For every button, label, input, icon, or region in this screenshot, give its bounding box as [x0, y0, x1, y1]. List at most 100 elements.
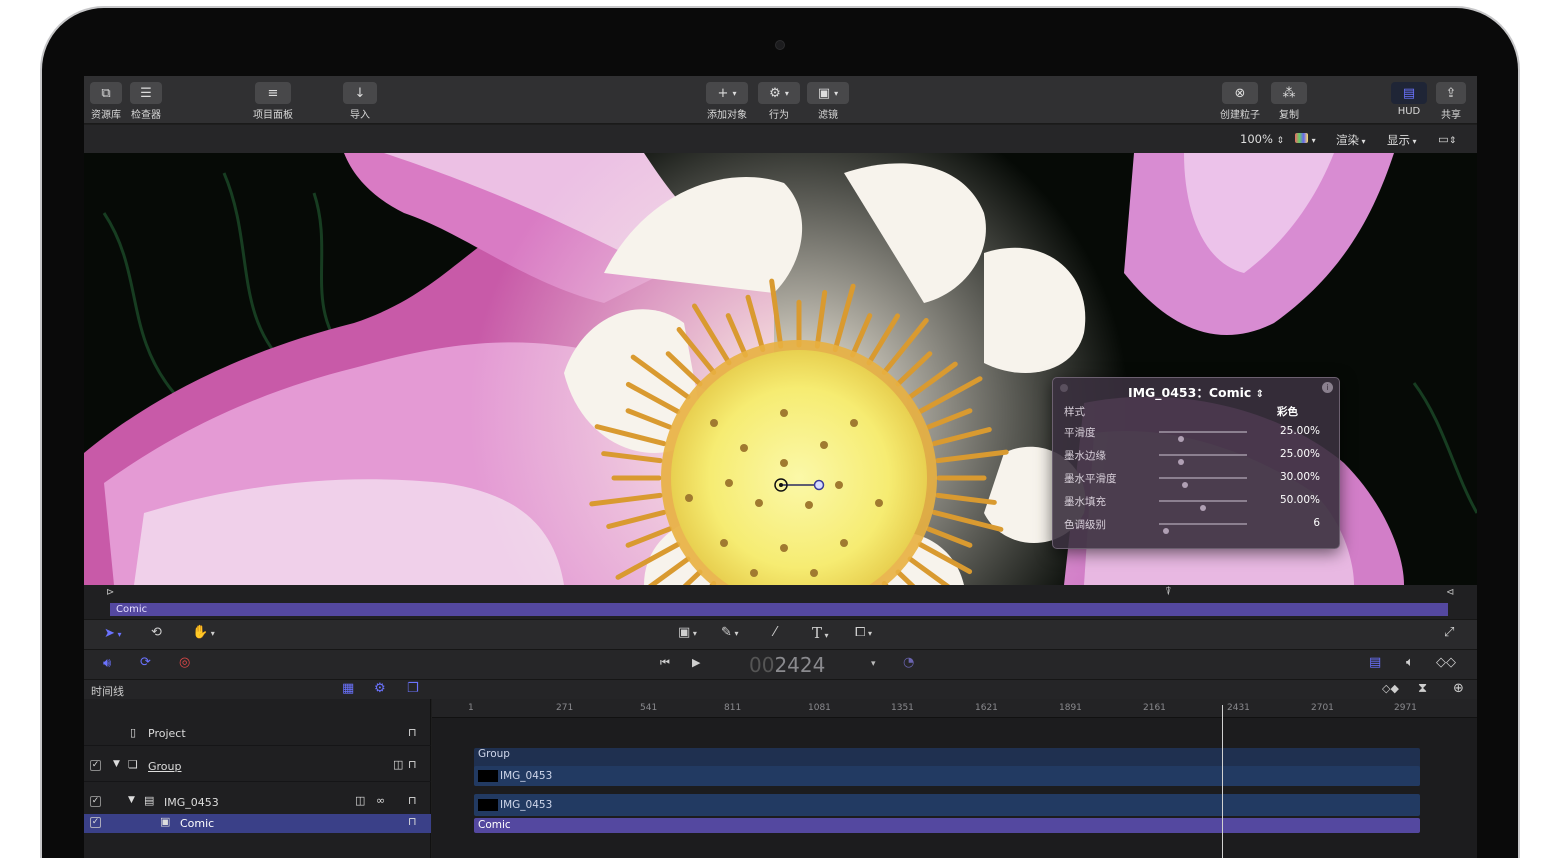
show-behaviors-icon[interactable]: ⚙: [374, 681, 386, 696]
replicate-button[interactable]: ⁂ 复制: [1271, 82, 1307, 121]
hud-row-smoothness[interactable]: 平滑度 25.00%: [1064, 423, 1330, 443]
filters-button[interactable]: ▣ ▾ 滤镜: [807, 82, 849, 121]
mask-tool-icon[interactable]: ⧠ ▾: [855, 625, 872, 640]
pan-hand-icon[interactable]: ✋ ▾: [192, 625, 215, 640]
comic-track-bar[interactable]: Comic: [474, 818, 1420, 833]
audio-icon[interactable]: 🔊︎: [103, 656, 111, 671]
layer-name[interactable]: Comic: [180, 817, 214, 830]
view-layout-popup[interactable]: ▭⇕: [1438, 132, 1456, 146]
shape-tool-icon[interactable]: ▣ ▾: [678, 625, 697, 640]
channels-popup[interactable]: ▾: [1295, 132, 1316, 146]
project-pane-button[interactable]: ≡ 项目面板: [253, 82, 293, 121]
slider-knob[interactable]: [1182, 482, 1189, 488]
go-to-start-icon[interactable]: ⏮︎: [660, 656, 670, 670]
tone-levels-value[interactable]: 6: [1313, 517, 1320, 529]
timeline-tracks[interactable]: 1 271 541 811 1081 1351 1621 1891 2161 2…: [432, 699, 1477, 858]
view-popup[interactable]: 显示 ▾: [1387, 132, 1417, 148]
slider-knob[interactable]: [1178, 459, 1184, 465]
play-icon[interactable]: ▶: [692, 656, 700, 669]
img-track-bar-2[interactable]: IMG_0453: [474, 794, 1420, 816]
timing-icon[interactable]: ◔: [903, 655, 914, 670]
zoom-popup[interactable]: 100% ⇕: [1240, 132, 1284, 146]
speaker-icon[interactable]: 🔈︎: [1406, 655, 1414, 670]
show-layers-icon[interactable]: ▦: [342, 681, 354, 696]
disclosure-triangle-icon[interactable]: ▼: [113, 759, 120, 769]
layer-row-group[interactable]: ✓ ▼ ❏ Group ◫ ⊓: [84, 754, 431, 782]
library-button[interactable]: ⧉ 资源库: [90, 82, 122, 121]
img-track-bar-1[interactable]: IMG_0453: [474, 766, 1420, 786]
timecode-display[interactable]: 002424: [749, 653, 825, 677]
ink-fill-slider[interactable]: [1159, 500, 1247, 511]
view-label: 显示: [1387, 133, 1410, 147]
smoothness-value[interactable]: 25.00%: [1280, 425, 1320, 437]
keyframe-nav-icon[interactable]: ◇◇: [1436, 655, 1456, 670]
playhead-marker[interactable]: ⍒: [1165, 585, 1172, 599]
unlock-icon[interactable]: ⊓: [408, 815, 417, 828]
snap-icon[interactable]: ⧗: [1418, 681, 1427, 696]
slider-knob[interactable]: [1163, 528, 1170, 534]
unlock-icon[interactable]: ⊓: [408, 794, 417, 807]
make-particles-button[interactable]: ⊗ 创建粒子: [1220, 82, 1260, 121]
text-tool-icon[interactable]: T ▾: [812, 624, 829, 642]
hud-button[interactable]: ▤ HUD: [1391, 82, 1427, 117]
hud-row-ink-fill[interactable]: 墨水填充 50.00%: [1064, 492, 1330, 512]
checkbox[interactable]: ✓: [90, 817, 101, 828]
tone-levels-slider[interactable]: [1159, 523, 1247, 534]
ink-edges-slider[interactable]: [1159, 454, 1247, 465]
zoom-icon[interactable]: ⊕: [1453, 681, 1464, 696]
hud-row-tone-levels[interactable]: 色调级别 6: [1064, 515, 1330, 535]
smoothness-slider[interactable]: [1159, 431, 1247, 442]
unlock-icon[interactable]: ⊓: [408, 726, 417, 739]
play-range-in-marker[interactable]: ⊳: [106, 587, 114, 598]
style-value[interactable]: 彩色: [1277, 404, 1298, 419]
chevron-down-icon[interactable]: ▾: [871, 659, 876, 669]
layer-row-comic[interactable]: ✓ ▣ Comic ⊓: [84, 814, 431, 833]
updown-icon[interactable]: ⇕: [1256, 389, 1264, 400]
ink-smoothness-value[interactable]: 30.00%: [1280, 471, 1320, 483]
show-masks-icon[interactable]: ❐: [407, 681, 419, 696]
slider-knob[interactable]: [1178, 436, 1184, 442]
inspector-button[interactable]: ☰ 检查器: [130, 82, 162, 121]
import-button[interactable]: ↓ 导入: [343, 82, 377, 121]
isolate-icon[interactable]: ◫: [393, 758, 403, 771]
render-popup[interactable]: 渲染 ▾: [1336, 132, 1366, 148]
disclosure-triangle-icon[interactable]: ▼: [128, 795, 135, 805]
hud-row-ink-edges[interactable]: 墨水边缘 25.00%: [1064, 446, 1330, 466]
mask-icon[interactable]: ◫: [355, 794, 365, 807]
link-icon[interactable]: ∞: [376, 794, 385, 807]
slider-knob[interactable]: [1200, 505, 1206, 511]
canvas-viewer[interactable]: IMG_0453：Comic ⇕ i 样式 彩色 平滑度 25.00% 墨水边缘…: [84, 153, 1477, 585]
loop-icon[interactable]: ⟳: [140, 655, 151, 670]
layer-name[interactable]: Project: [148, 727, 186, 740]
share-button[interactable]: ⇪ 共享: [1436, 82, 1466, 121]
add-object-button[interactable]: + ▾ 添加对象: [706, 82, 748, 121]
layer-row-project[interactable]: ▯ Project ⊓: [84, 722, 431, 746]
hud-row-ink-smoothness[interactable]: 墨水平滑度 30.00%: [1064, 469, 1330, 489]
checkbox[interactable]: ✓: [90, 796, 101, 807]
record-icon[interactable]: ◎: [179, 655, 190, 670]
video-timeline-icon[interactable]: ▤: [1369, 655, 1381, 670]
fullscreen-icon[interactable]: ⤢: [1444, 625, 1454, 640]
timeline-playhead[interactable]: [1222, 705, 1223, 858]
layer-row-img[interactable]: ✓ ▼ ▤ IMG_0453 ◫ ∞ ⊓: [84, 790, 431, 814]
paint-stroke-icon[interactable]: ⁄: [774, 625, 776, 640]
keyframe-add-icon[interactable]: ◇◆: [1382, 682, 1399, 695]
ink-smoothness-slider[interactable]: [1159, 477, 1247, 488]
select-arrow-icon[interactable]: ➤ ▾: [104, 626, 121, 641]
behaviors-button[interactable]: ⚙ ▾ 行为: [758, 82, 800, 121]
mini-timeline[interactable]: ⊳ ⍒ ⊲ Comic: [84, 585, 1477, 619]
unlock-icon[interactable]: ⊓: [408, 758, 417, 771]
info-icon[interactable]: i: [1322, 382, 1333, 393]
ink-edges-value[interactable]: 25.00%: [1280, 448, 1320, 460]
play-range-out-marker[interactable]: ⊲: [1446, 587, 1454, 598]
ink-fill-value[interactable]: 50.00%: [1280, 494, 1320, 506]
time-ruler[interactable]: 1 271 541 811 1081 1351 1621 1891 2161 2…: [432, 699, 1477, 718]
transform-glyphs-icon[interactable]: ⟲: [151, 625, 162, 640]
layer-name[interactable]: IMG_0453: [164, 796, 219, 809]
filter-hud[interactable]: IMG_0453：Comic ⇕ i 样式 彩色 平滑度 25.00% 墨水边缘…: [1052, 377, 1340, 549]
layer-name[interactable]: Group: [148, 760, 182, 773]
bezier-pen-icon[interactable]: ✎ ▾: [721, 625, 738, 640]
mini-timeline-bar[interactable]: Comic: [110, 603, 1448, 616]
checkbox[interactable]: ✓: [90, 760, 101, 771]
hud-row-style[interactable]: 样式 彩色: [1064, 402, 1330, 422]
